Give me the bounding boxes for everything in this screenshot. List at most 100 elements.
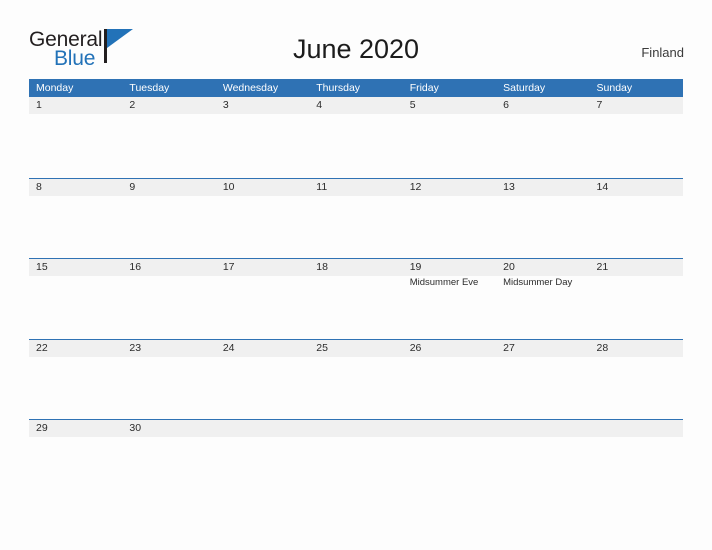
calendar-week-cells: 15 16 17 18 19 Midsummer Eve 20 Midsummer Day 21 bbox=[29, 259, 683, 339]
calendar-day-4[interactable]: 4 bbox=[309, 97, 403, 178]
calendar-day-18[interactable]: 18 bbox=[309, 259, 403, 339]
day-number: 10 bbox=[222, 180, 235, 193]
day-number: 24 bbox=[222, 341, 235, 354]
calendar-day-28[interactable]: 28 bbox=[589, 339, 683, 420]
calendar-day-5[interactable]: 5 bbox=[402, 97, 497, 178]
day-number: 8 bbox=[36, 180, 42, 193]
calendar-week-cells: 1 2 3 4 5 6 7 bbox=[29, 97, 683, 178]
calendar-day-6[interactable]: 6 bbox=[496, 97, 590, 178]
calendar-day-20[interactable]: 20 Midsummer Day bbox=[496, 259, 590, 339]
day-number: 25 bbox=[316, 341, 328, 354]
day-number-band bbox=[496, 420, 590, 437]
calendar-day-24[interactable]: 24 bbox=[215, 339, 310, 420]
calendar-week-cells: 22 23 24 25 26 27 28 bbox=[29, 339, 683, 420]
calendar-day-10[interactable]: 10 bbox=[215, 178, 310, 259]
calendar-day-3[interactable]: 3 bbox=[215, 97, 310, 178]
calendar-week-row: 8 9 10 11 12 13 14 bbox=[29, 177, 683, 259]
weekday-header-friday: Friday bbox=[409, 82, 439, 94]
day-number: 23 bbox=[129, 341, 142, 354]
day-events: Midsummer Day bbox=[503, 276, 586, 290]
day-number: 5 bbox=[409, 99, 416, 111]
day-number-band bbox=[215, 420, 310, 437]
day-number-band bbox=[402, 97, 497, 114]
day-number: 26 bbox=[409, 341, 422, 354]
calendar-day-11[interactable]: 11 bbox=[309, 178, 403, 259]
day-number-band bbox=[589, 97, 683, 114]
day-number: 12 bbox=[409, 180, 422, 193]
calendar-week-row: 29 30 bbox=[29, 419, 683, 500]
day-number-band bbox=[496, 97, 590, 114]
calendar-day-27[interactable]: 27 bbox=[496, 339, 590, 420]
day-number: 20 bbox=[503, 261, 515, 273]
weekday-header-monday: Monday bbox=[36, 82, 74, 94]
day-number-band bbox=[29, 178, 123, 196]
calendar-body: 1 2 3 4 5 6 7 8 9 10 11 12 13 14 15 16 17 18 19 Midsummer E… bbox=[29, 97, 683, 500]
calendar-week-cells: 8 9 10 11 12 13 14 bbox=[29, 178, 683, 259]
calendar-day-16[interactable]: 16 bbox=[122, 259, 216, 339]
calendar-day-25[interactable]: 25 bbox=[309, 339, 403, 420]
day-number: 1 bbox=[36, 99, 42, 111]
calendar-day-8[interactable]: 8 bbox=[29, 178, 123, 259]
calendar-day-12[interactable]: 12 bbox=[402, 178, 497, 259]
calendar-day-1[interactable]: 1 bbox=[29, 97, 123, 178]
calendar-week-row: 22 23 24 25 26 27 28 bbox=[29, 338, 683, 420]
day-number: 18 bbox=[316, 261, 328, 273]
day-number: 21 bbox=[596, 261, 609, 273]
calendar-day-2[interactable]: 2 bbox=[122, 97, 216, 178]
calendar-day-22[interactable]: 22 bbox=[29, 339, 123, 420]
page-header: General Blue June 2020 Finland bbox=[0, 0, 712, 78]
day-number: 27 bbox=[503, 341, 515, 354]
day-number-band bbox=[589, 420, 683, 437]
day-number: 19 bbox=[409, 261, 422, 273]
day-number: 6 bbox=[503, 99, 509, 111]
calendar-day-empty bbox=[309, 420, 403, 500]
calendar-week-cells: 29 30 bbox=[29, 420, 683, 500]
holiday-label: Midsummer Eve bbox=[409, 277, 479, 288]
calendar-day-29[interactable]: 29 bbox=[29, 420, 123, 500]
day-number: 2 bbox=[129, 99, 136, 111]
day-number: 16 bbox=[129, 261, 142, 273]
day-number: 7 bbox=[596, 99, 603, 111]
calendar-day-23[interactable]: 23 bbox=[122, 339, 216, 420]
day-number-band bbox=[122, 178, 216, 196]
calendar-day-empty bbox=[215, 420, 310, 500]
day-number: 9 bbox=[129, 180, 136, 193]
calendar-day-9[interactable]: 9 bbox=[122, 178, 216, 259]
day-number: 11 bbox=[316, 180, 328, 193]
weekday-header-tuesday: Tuesday bbox=[129, 82, 170, 94]
calendar-day-empty bbox=[589, 420, 683, 500]
country-label: Finland bbox=[641, 45, 684, 60]
holiday-label: Midsummer Day bbox=[503, 277, 573, 288]
calendar-day-26[interactable]: 26 bbox=[402, 339, 497, 420]
weekday-header-wednesday: Wednesday bbox=[222, 82, 279, 94]
weekday-header-saturday: Saturday bbox=[503, 82, 546, 94]
day-number-band bbox=[122, 97, 216, 114]
calendar-day-empty bbox=[402, 420, 497, 500]
calendar-day-13[interactable]: 13 bbox=[496, 178, 590, 259]
day-number: 28 bbox=[596, 341, 609, 354]
calendar-day-7[interactable]: 7 bbox=[589, 97, 683, 178]
calendar-table: Monday Tuesday Wednesday Thursday Friday Satu… bbox=[29, 79, 683, 500]
weekday-header-row: Monday Tuesday Wednesday Thursday Friday Satu… bbox=[29, 79, 683, 97]
day-number: 22 bbox=[36, 341, 48, 354]
day-number: 29 bbox=[36, 422, 48, 434]
calendar-week-row: 15 16 17 18 19 Midsummer Eve 20 Midsummer Day 21 bbox=[29, 258, 683, 339]
day-number-band bbox=[309, 420, 403, 437]
day-number: 14 bbox=[596, 180, 609, 193]
calendar-day-19[interactable]: 19 Midsummer Eve bbox=[402, 259, 497, 339]
calendar-day-14[interactable]: 14 bbox=[589, 178, 683, 259]
day-events: Midsummer Eve bbox=[410, 276, 493, 290]
day-number-band bbox=[215, 97, 310, 114]
page-title: June 2020 bbox=[292, 34, 420, 64]
weekday-header-thursday: Thursday bbox=[316, 82, 361, 94]
calendar-week-row: 1 2 3 4 5 6 7 bbox=[29, 97, 683, 178]
calendar-day-17[interactable]: 17 bbox=[215, 259, 310, 339]
day-number-band bbox=[402, 420, 497, 437]
day-number: 30 bbox=[129, 422, 142, 434]
calendar-day-15[interactable]: 15 bbox=[29, 259, 123, 339]
calendar-day-21[interactable]: 21 bbox=[589, 259, 683, 339]
calendar-day-30[interactable]: 30 bbox=[122, 420, 216, 500]
day-number: 13 bbox=[503, 180, 515, 193]
weekday-header-sunday: Sunday bbox=[596, 82, 633, 94]
day-number-band bbox=[309, 97, 403, 114]
